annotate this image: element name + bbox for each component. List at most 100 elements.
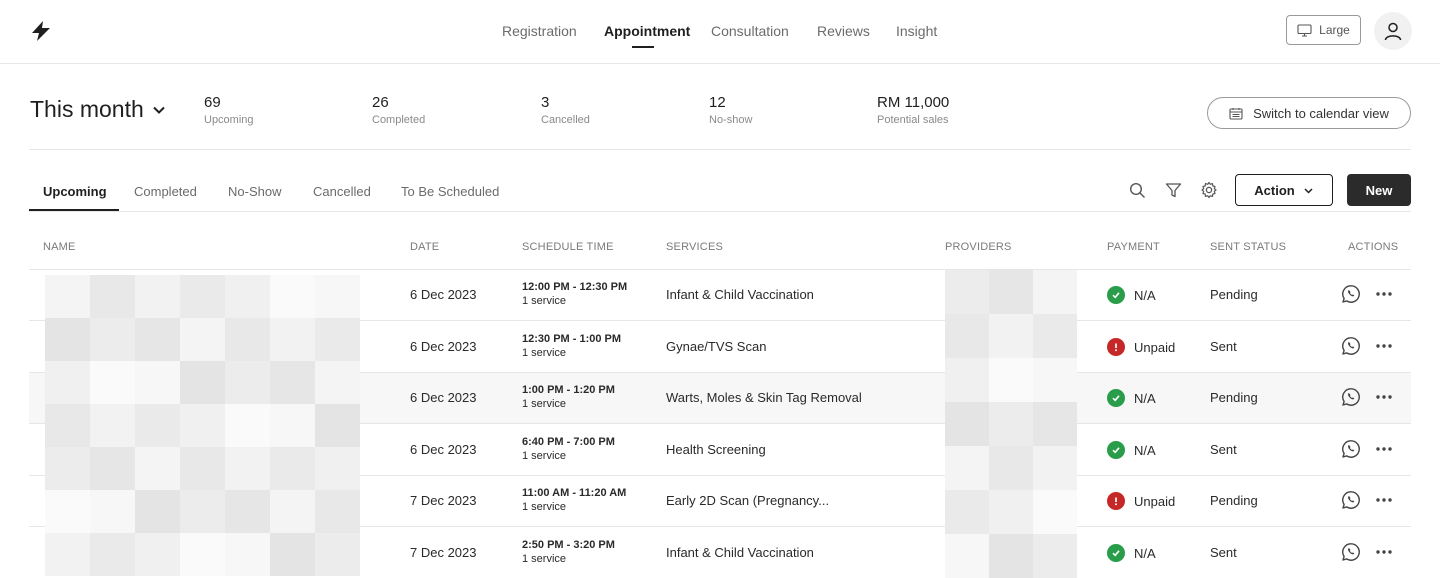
whatsapp-icon [1342,388,1360,406]
payment-label: N/A [1134,390,1156,406]
payment-status: Unpaid [1107,338,1175,356]
stat-label: Completed [372,114,426,126]
column-header-services[interactable]: SERVICES [666,241,723,253]
search-button[interactable] [1127,180,1147,200]
tab-completed[interactable]: Completed [134,184,197,199]
column-header-providers[interactable]: PROVIDERS [945,241,1012,253]
service-count: 1 service [522,450,567,462]
column-header-date[interactable]: DATE [410,241,439,253]
payment-status: N/A [1107,544,1156,562]
whatsapp-icon [1342,440,1360,458]
appointment-date: 6 Dec 2023 [410,390,477,405]
whatsapp-button[interactable] [1341,490,1361,510]
column-header-sent-status[interactable]: SENT STATUS [1210,241,1286,253]
sent-status: Pending [1210,493,1258,508]
stat-no-show: 12 No-show [709,94,752,126]
service-name: Infant & Child Vaccination [666,545,814,560]
stat-value: 3 [541,94,550,111]
column-header-name[interactable]: NAME [43,241,76,253]
filter-icon [1165,182,1181,197]
period-selector[interactable]: This month [30,96,166,123]
more-options-button[interactable] [1374,490,1394,510]
sent-status: Pending [1210,287,1258,302]
settings-button[interactable] [1199,180,1219,200]
schedule-time: 1:00 PM - 1:20 PM 1 service [522,384,615,410]
more-options-button[interactable] [1374,284,1394,304]
stat-cancelled: 3 Cancelled [541,94,590,126]
schedule-time-range: 1:00 PM - 1:20 PM [522,384,615,396]
nav-consultation[interactable]: Consultation [711,23,789,39]
redacted-provider-names [945,270,1077,578]
nav-appointment[interactable]: Appointment [604,23,690,39]
top-bar: Registration Appointment Consultation Re… [0,0,1440,64]
payment-status: N/A [1107,389,1156,407]
gear-icon [1201,181,1217,199]
more-options-button[interactable] [1374,387,1394,407]
schedule-time: 12:30 PM - 1:00 PM 1 service [522,333,621,359]
whatsapp-button[interactable] [1341,336,1361,356]
schedule-time-range: 12:30 PM - 1:00 PM [522,333,622,345]
whatsapp-button[interactable] [1341,284,1361,304]
whatsapp-icon [1342,285,1360,303]
service-count: 1 service [522,295,567,307]
appointment-date: 7 Dec 2023 [410,493,477,508]
schedule-time: 6:40 PM - 7:00 PM 1 service [522,436,615,462]
tab-cancelled[interactable]: Cancelled [313,184,371,199]
chevron-down-icon [1304,187,1313,194]
more-options-button[interactable] [1374,336,1394,356]
tab-to-be-scheduled[interactable]: To Be Scheduled [401,184,499,199]
appointment-date: 6 Dec 2023 [410,339,477,354]
calendar-button-label: Switch to calendar view [1253,105,1389,121]
action-button-label: Action [1254,182,1295,198]
whatsapp-button[interactable] [1341,542,1361,562]
service-name: Gynae/TVS Scan [666,339,767,354]
nav-insight[interactable]: Insight [896,23,937,39]
payment-label: N/A [1134,545,1156,561]
more-options-button[interactable] [1374,439,1394,459]
column-header-schedule-time[interactable]: SCHEDULE TIME [522,241,614,253]
check-circle-icon [1107,441,1125,459]
monitor-icon [1297,23,1312,37]
stat-label: Potential sales [877,114,949,126]
service-count: 1 service [522,398,567,410]
main-nav: Registration Appointment Consultation Re… [0,0,1440,64]
stat-label: No-show [709,114,753,126]
switch-calendar-view-button[interactable]: Switch to calendar view [1207,97,1411,129]
nav-reviews[interactable]: Reviews [817,23,870,39]
sent-status: Pending [1210,390,1258,405]
stat-value: 12 [709,94,726,111]
column-header-payment[interactable]: PAYMENT [1107,241,1160,253]
payment-label: N/A [1134,287,1156,303]
tabs-divider [29,211,1411,212]
filter-button[interactable] [1163,180,1183,200]
calendar-icon [1229,107,1243,120]
period-label: This month [30,96,144,122]
check-circle-icon [1107,389,1125,407]
whatsapp-button[interactable] [1341,387,1361,407]
new-appointment-button[interactable]: New [1347,174,1411,206]
column-header-actions[interactable]: ACTIONS [1348,241,1398,253]
display-size-button[interactable]: Large [1286,15,1361,45]
stat-potential-sales: RM 11,000 Potential sales [877,94,949,126]
more-horizontal-icon [1376,292,1392,296]
schedule-time-range: 12:00 PM - 12:30 PM [522,281,628,293]
action-dropdown-button[interactable]: Action [1235,174,1333,206]
stat-label: Upcoming [204,114,254,126]
user-avatar[interactable] [1374,12,1412,50]
nav-registration[interactable]: Registration [502,23,577,39]
appointment-date: 6 Dec 2023 [410,442,477,457]
whatsapp-button[interactable] [1341,439,1361,459]
service-name: Warts, Moles & Skin Tag Removal [666,390,862,405]
redacted-patient-names [45,275,360,576]
nav-active-indicator [632,46,654,48]
schedule-time-range: 6:40 PM - 7:00 PM [522,436,615,448]
search-icon [1129,182,1145,198]
check-circle-icon [1107,286,1125,304]
tab-no-show[interactable]: No-Show [228,184,281,199]
chevron-down-icon [153,106,165,114]
schedule-time: 12:00 PM - 12:30 PM 1 service [522,281,627,307]
more-options-button[interactable] [1374,542,1394,562]
tab-upcoming[interactable]: Upcoming [43,184,107,199]
schedule-time: 11:00 AM - 11:20 AM 1 service [522,487,626,513]
sent-status: Sent [1210,442,1237,457]
